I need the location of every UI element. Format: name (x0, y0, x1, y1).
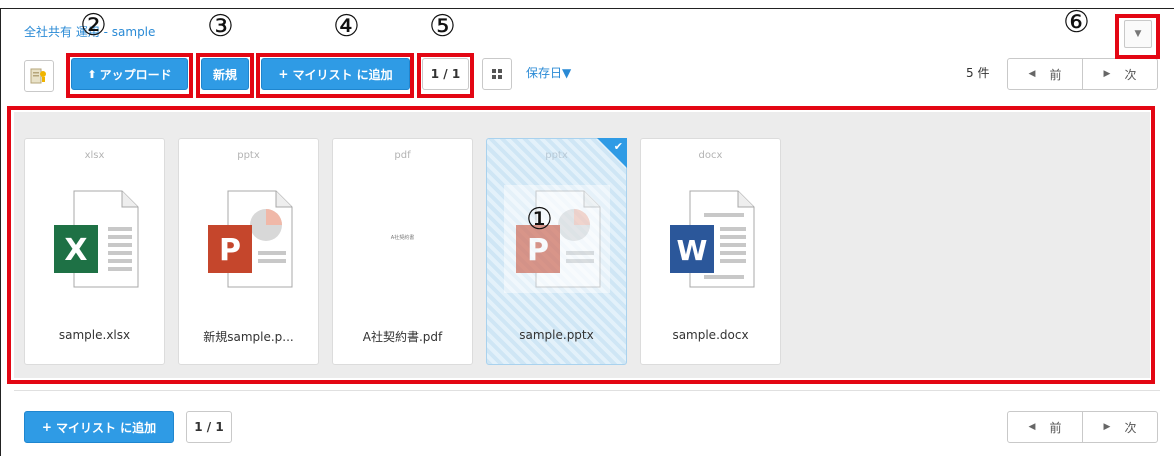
annotation-number-1: ① (526, 202, 553, 237)
annotation-box-3 (196, 53, 254, 98)
grid-icon (492, 69, 502, 79)
annotation-number-3: ③ (207, 9, 234, 44)
annotation-number-2: ② (80, 8, 107, 43)
next-label: 次 (1124, 420, 1137, 435)
left-border (0, 8, 1, 456)
prev-label: 前 (1049, 67, 1062, 82)
page-indicator-bottom: 1 / 1 (186, 411, 232, 443)
add-to-mylist-label: マイリスト に追加 (55, 420, 157, 435)
grid-view-button[interactable] (482, 58, 512, 90)
item-count: 5 件 (966, 66, 990, 80)
annotation-number-5: ⑤ (429, 9, 456, 44)
top-border (0, 8, 1174, 9)
prev-button[interactable]: ◀ 前 (1008, 412, 1082, 442)
annotation-number-6: ⑥ (1063, 5, 1090, 40)
prev-label: 前 (1049, 420, 1062, 435)
annotation-number-4: ④ (333, 9, 360, 44)
next-button[interactable]: ▶ 次 (1082, 412, 1157, 442)
annotation-box-6 (1115, 14, 1160, 59)
annotation-box-1 (7, 106, 1155, 384)
folder-tree-icon (30, 68, 46, 84)
arrow-left-icon: ◀ (1028, 422, 1036, 432)
pager-bottom: ◀ 前 ▶ 次 (1007, 411, 1158, 443)
prev-button[interactable]: ◀ 前 (1008, 59, 1082, 89)
add-to-mylist-button-bottom[interactable]: + マイリスト に追加 (24, 411, 174, 443)
section-divider (14, 390, 1160, 391)
folder-tree-button[interactable] (24, 60, 54, 92)
annotation-box-2 (66, 53, 193, 98)
next-button[interactable]: ▶ 次 (1082, 59, 1157, 89)
arrow-right-icon: ▶ (1103, 422, 1111, 432)
annotation-box-4 (256, 53, 414, 98)
page-indicator-text: 1 / 1 (194, 420, 224, 434)
arrow-left-icon: ◀ (1028, 69, 1036, 79)
arrow-right-icon: ▶ (1103, 69, 1111, 79)
pager-top: ◀ 前 ▶ 次 (1007, 58, 1158, 90)
annotation-box-5 (417, 53, 474, 98)
next-label: 次 (1124, 67, 1137, 82)
sort-dropdown[interactable]: 保存日▼ (526, 64, 571, 81)
plus-icon: + (41, 420, 52, 434)
